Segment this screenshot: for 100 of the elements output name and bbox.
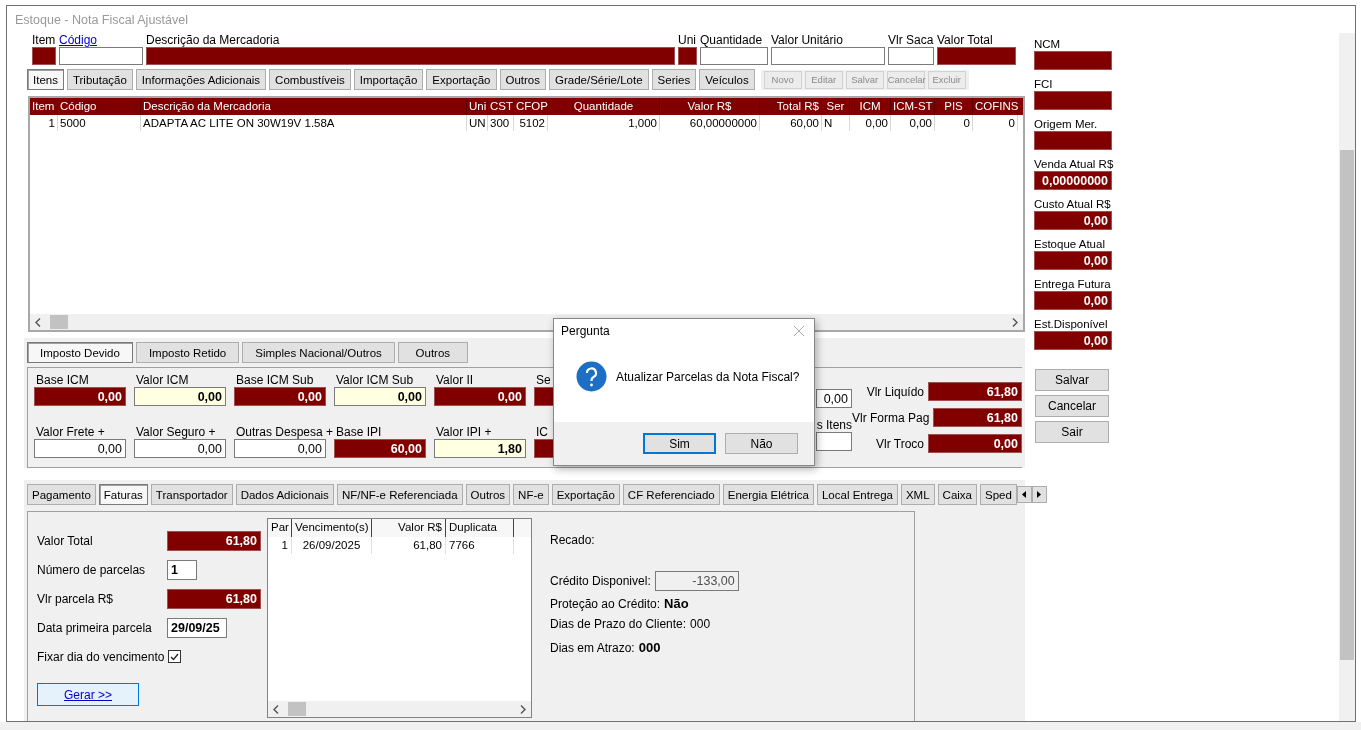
input-field[interactable] xyxy=(937,47,1016,65)
table-cell: 60,00000000 xyxy=(660,115,760,131)
scroll-thumb[interactable] xyxy=(1340,150,1354,660)
tab[interactable]: Exportação xyxy=(426,69,497,90)
amount-field[interactable]: 0,00 xyxy=(234,387,326,406)
left-chevron-icon[interactable] xyxy=(273,704,279,714)
tab[interactable]: Tributação xyxy=(66,69,133,90)
amount-field[interactable]: 60,00 xyxy=(334,439,426,458)
input-field[interactable] xyxy=(888,47,934,65)
field-label: Vlr Forma Pag xyxy=(852,410,930,425)
tab[interactable]: Importação xyxy=(353,69,424,90)
value-field[interactable] xyxy=(1034,131,1112,150)
tab[interactable]: Veículos xyxy=(699,69,755,90)
tab[interactable]: Outros xyxy=(499,69,546,90)
tab[interactable]: Outros xyxy=(397,342,468,363)
scroll-thumb[interactable] xyxy=(50,315,68,329)
tab[interactable]: Faturas xyxy=(98,484,148,505)
checkbox[interactable] xyxy=(168,650,182,663)
amount-field[interactable]: 0,00 xyxy=(134,387,226,406)
tab[interactable]: Simples Nacional/Outros xyxy=(242,342,395,363)
value-field[interactable] xyxy=(1034,51,1112,70)
right-chevron-icon[interactable] xyxy=(1012,317,1018,327)
amount-field[interactable]: 61,80 xyxy=(933,408,1022,427)
input-field[interactable] xyxy=(32,47,56,65)
right-chevron-icon[interactable] xyxy=(520,704,526,714)
tab[interactable]: Imposto Retido xyxy=(135,342,240,363)
scroll-thumb[interactable] xyxy=(288,702,306,716)
value-field[interactable]: 0,00 xyxy=(1034,331,1112,350)
tab[interactable]: CF Referenciado xyxy=(622,484,720,505)
tab[interactable]: Pagamento xyxy=(27,484,96,505)
amount-field[interactable]: 0,00 xyxy=(816,389,852,408)
table-cell: 1 xyxy=(268,537,292,554)
field-label: Base IPI xyxy=(335,425,383,439)
input-field[interactable]: 1 xyxy=(167,559,197,580)
amount-field[interactable]: 0,00 xyxy=(334,387,426,406)
value-field[interactable] xyxy=(1034,91,1112,110)
field-label: IC xyxy=(535,425,549,439)
amount-field[interactable] xyxy=(816,432,852,451)
amount-field[interactable]: 0,00 xyxy=(134,439,226,458)
checkbox-label: Fixar dia do vencimento xyxy=(37,649,165,664)
table-cell: 61,80 xyxy=(372,537,446,554)
side-button[interactable]: Sair xyxy=(1035,421,1109,443)
tab[interactable]: NF-e xyxy=(513,484,549,505)
input-field[interactable] xyxy=(700,47,768,65)
vertical-scrollbar[interactable] xyxy=(1339,33,1355,721)
amount-field[interactable]: 0,00 xyxy=(434,387,526,406)
input-field[interactable] xyxy=(146,47,675,65)
field-label: Vlr parcela R$ xyxy=(37,591,115,606)
side-button[interactable]: Cancelar xyxy=(1035,395,1109,417)
value-field[interactable]: 0,00000000 xyxy=(1034,171,1112,190)
input-field[interactable] xyxy=(59,47,143,65)
close-icon[interactable] xyxy=(794,326,804,336)
dialog-title: Pergunta xyxy=(561,324,610,338)
left-chevron-icon[interactable] xyxy=(35,317,41,327)
horizontal-scrollbar[interactable] xyxy=(268,701,531,717)
field-label: Quantidade xyxy=(700,33,764,47)
amount-field[interactable]: 0,00 xyxy=(34,439,126,458)
tab[interactable]: XML xyxy=(900,484,935,505)
tab[interactable]: NF/NF-e Referenciada xyxy=(336,484,463,505)
field-label: Est.Disponível xyxy=(1034,317,1109,331)
input-field[interactable]: 61,80 xyxy=(167,530,261,551)
field-label: Estoque Atual xyxy=(1034,237,1106,251)
generate-button[interactable]: Gerar >> xyxy=(37,683,139,706)
input-field[interactable]: 61,80 xyxy=(167,588,261,609)
tab[interactable]: Grade/Série/Lote xyxy=(549,69,649,90)
side-button[interactable]: Salvar xyxy=(1035,369,1109,391)
field-label: Venda Atual R$ xyxy=(1034,157,1115,171)
table-cell: 0 xyxy=(973,115,1018,131)
dialog-button[interactable]: Sim xyxy=(643,433,716,454)
input-field[interactable] xyxy=(678,47,697,65)
amount-field[interactable]: 0,00 xyxy=(928,434,1022,453)
tab[interactable]: Outros xyxy=(465,484,511,505)
input-field[interactable]: 29/09/25 xyxy=(167,617,227,638)
tab[interactable]: Itens xyxy=(27,69,64,90)
value-field[interactable]: 0,00 xyxy=(1034,251,1112,270)
field-label: Crédito Disponivel: xyxy=(550,574,651,588)
tab[interactable]: Imposto Devido xyxy=(27,342,133,363)
tab[interactable]: Exportação xyxy=(551,484,620,505)
tab[interactable]: Informações Adicionais xyxy=(135,69,267,90)
tab[interactable]: Sped xyxy=(980,484,1017,505)
amount-field[interactable]: 0,00 xyxy=(234,439,326,458)
input-field[interactable] xyxy=(771,47,885,65)
tab[interactable]: Local Entrega xyxy=(816,484,898,505)
amount-field[interactable]: 61,80 xyxy=(928,382,1022,401)
tab[interactable]: Caixa xyxy=(937,484,977,505)
tab[interactable]: Transportador xyxy=(150,484,233,505)
tab[interactable]: Dados Adicionais xyxy=(235,484,334,505)
amount-field[interactable]: 0,00 xyxy=(34,387,126,406)
field-label: Valor ICM Sub xyxy=(335,373,415,387)
amount-field[interactable]: 1,80 xyxy=(434,439,526,458)
table-cell: 0,00 xyxy=(891,115,935,131)
dialog-button[interactable]: Não xyxy=(725,433,798,454)
value-field[interactable]: 0,00 xyxy=(1034,291,1112,310)
tab[interactable]: Energia Elétrica xyxy=(722,484,814,505)
code-link[interactable]: Código xyxy=(59,33,143,47)
tab[interactable]: Combustíveis xyxy=(269,69,351,90)
tab[interactable]: Series xyxy=(651,69,697,90)
value-field[interactable]: 0,00 xyxy=(1034,211,1112,230)
table-cell: 1,000 xyxy=(548,115,660,131)
field-label: NCM xyxy=(1034,37,1062,51)
